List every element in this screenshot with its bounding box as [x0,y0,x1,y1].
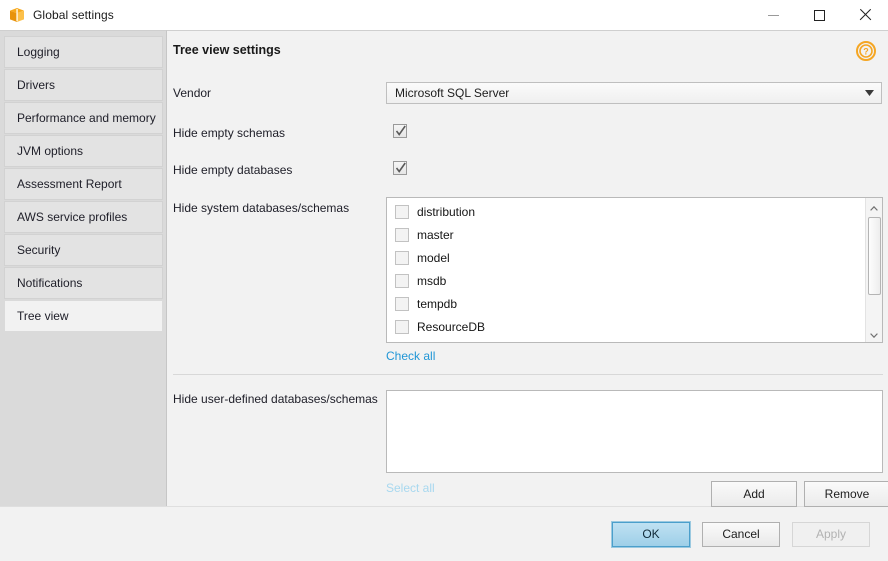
maximize-icon [814,10,825,21]
list-item-label: ResourceDB [417,320,485,334]
system-databases-list[interactable]: distribution master model msdb [386,197,883,343]
sidebar-item-performance-and-memory[interactable]: Performance and memory [4,102,163,134]
list-item[interactable]: master [387,223,865,246]
scroll-track[interactable] [866,215,883,325]
list-item-checkbox[interactable] [395,274,409,288]
hide-system-databases-label: Hide system databases/schemas [173,201,349,215]
list-item[interactable]: tempdb [387,292,865,315]
vendor-select[interactable]: Microsoft SQL Server [386,82,882,104]
package-box-icon [9,7,25,23]
scroll-up-button[interactable] [866,198,883,215]
sidebar-item-label: Logging [17,45,60,59]
list-item-checkbox[interactable] [395,251,409,265]
sidebar-item-notifications[interactable]: Notifications [4,267,163,299]
list-item-label: tempdb [417,297,457,311]
page-title: Tree view settings [173,43,281,57]
close-button[interactable] [842,0,888,30]
sidebar-item-label: Notifications [17,276,82,290]
sidebar-item-label: Tree view [17,309,69,323]
list-item-checkbox[interactable] [395,297,409,311]
list-item-checkbox[interactable] [395,228,409,242]
sidebar-item-label: Drivers [17,78,55,92]
minimize-button[interactable] [750,0,796,30]
global-settings-window: Global settings Logging Drivers Per [0,0,888,561]
select-all-link[interactable]: Select all [386,481,435,495]
tree-view-settings-panel: Tree view settings ? Vendor Microsoft SQ… [167,30,888,506]
title-bar-left: Global settings [0,7,114,23]
hide-empty-databases-checkbox[interactable] [393,161,407,175]
chevron-down-icon [870,327,878,341]
svg-text:?: ? [863,47,869,57]
list-item-label: master [417,228,454,242]
add-button[interactable]: Add [711,481,797,507]
user-defined-databases-input[interactable] [386,390,883,473]
list-item[interactable]: distribution [387,200,865,223]
remove-button[interactable]: Remove [804,481,888,507]
list-item-label: msdb [417,274,446,288]
sidebar-item-logging[interactable]: Logging [4,36,163,68]
maximize-button[interactable] [796,0,842,30]
hide-empty-schemas-label: Hide empty schemas [173,126,285,140]
sidebar-item-aws-service-profiles[interactable]: AWS service profiles [4,201,163,233]
close-icon [859,9,871,21]
sidebar-item-assessment-report[interactable]: Assessment Report [4,168,163,200]
list-item[interactable]: ResourceDB [387,315,865,338]
minimize-icon [768,15,779,16]
sidebar-item-security[interactable]: Security [4,234,163,266]
cancel-button[interactable]: Cancel [702,522,780,547]
list-item-label: model [417,251,450,265]
chevron-up-icon [870,200,878,214]
sidebar-item-label: Performance and memory [17,111,156,125]
check-icon [396,162,406,174]
list-item-checkbox[interactable] [395,320,409,334]
section-divider [173,374,883,375]
sidebar-item-label: Assessment Report [17,177,122,191]
hide-empty-databases-label: Hide empty databases [173,163,292,177]
scroll-thumb[interactable] [868,217,881,295]
chevron-down-icon [861,90,881,96]
sidebar-item-jvm-options[interactable]: JVM options [4,135,163,167]
vendor-selected-value: Microsoft SQL Server [387,86,861,100]
list-item[interactable]: model [387,246,865,269]
scroll-down-button[interactable] [866,325,883,342]
sidebar-item-label: AWS service profiles [17,210,127,224]
dialog-button-bar: OK Cancel Apply [0,506,888,561]
help-circle-icon[interactable]: ? [856,41,876,61]
vendor-label: Vendor [173,86,211,100]
system-databases-list-items: distribution master model msdb [387,198,865,342]
settings-sidebar: Logging Drivers Performance and memory J… [0,30,167,506]
ok-button[interactable]: OK [612,522,690,547]
check-icon [396,125,406,137]
list-item-checkbox[interactable] [395,205,409,219]
system-databases-scrollbar[interactable] [865,198,882,342]
list-item-label: distribution [417,205,475,219]
hide-user-defined-label: Hide user-defined databases/schemas [173,392,378,406]
apply-button[interactable]: Apply [792,522,870,547]
hide-empty-schemas-checkbox[interactable] [393,124,407,138]
window-controls [750,0,888,30]
sidebar-item-label: JVM options [17,144,83,158]
title-bar: Global settings [0,0,888,30]
check-all-link[interactable]: Check all [386,349,435,363]
sidebar-item-tree-view[interactable]: Tree view [4,300,163,332]
list-item[interactable]: msdb [387,269,865,292]
sidebar-item-label: Security [17,243,60,257]
sidebar-item-drivers[interactable]: Drivers [4,69,163,101]
list-item[interactable]: ReportServer [387,338,865,342]
settings-body: Logging Drivers Performance and memory J… [0,30,888,506]
window-title: Global settings [33,8,114,22]
